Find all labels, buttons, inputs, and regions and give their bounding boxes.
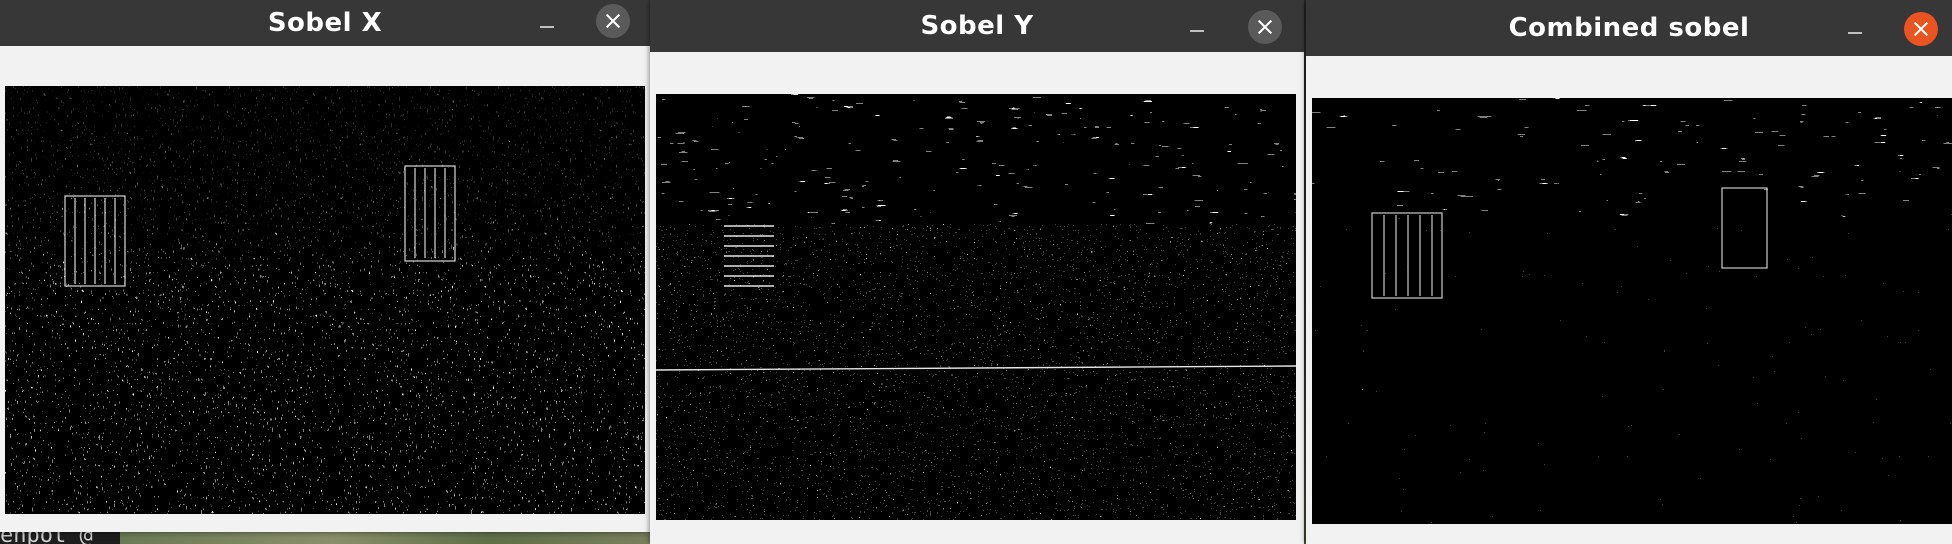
window-sobel-x[interactable]: Sobel X [0, 0, 650, 532]
window-title: Sobel Y [920, 11, 1034, 41]
close-button[interactable] [1904, 12, 1938, 46]
combined-sobel-image [1312, 98, 1952, 524]
window-titlebar[interactable]: Sobel X [0, 0, 650, 46]
sobel-x-image-graphic [5, 86, 645, 514]
window-sobel-y[interactable]: Sobel Y [650, 0, 1304, 544]
close-button[interactable] [1248, 10, 1282, 44]
window-combined-sobel[interactable]: Combined sobel [1306, 0, 1952, 544]
combined-sobel-image-graphic [1312, 98, 1952, 524]
sobel-y-image [656, 94, 1296, 520]
sobel-x-image [5, 86, 645, 514]
close-button[interactable] [596, 4, 630, 38]
window-title: Sobel X [267, 8, 383, 38]
window-title: Combined sobel [1508, 13, 1750, 43]
window-titlebar[interactable]: Sobel Y [650, 0, 1304, 52]
sobel-y-image-graphic [656, 94, 1296, 520]
minimize-button[interactable] [532, 8, 562, 38]
minimize-button[interactable] [1182, 12, 1212, 42]
window-titlebar[interactable]: Combined sobel [1306, 0, 1952, 56]
minimize-button[interactable] [1840, 14, 1870, 44]
